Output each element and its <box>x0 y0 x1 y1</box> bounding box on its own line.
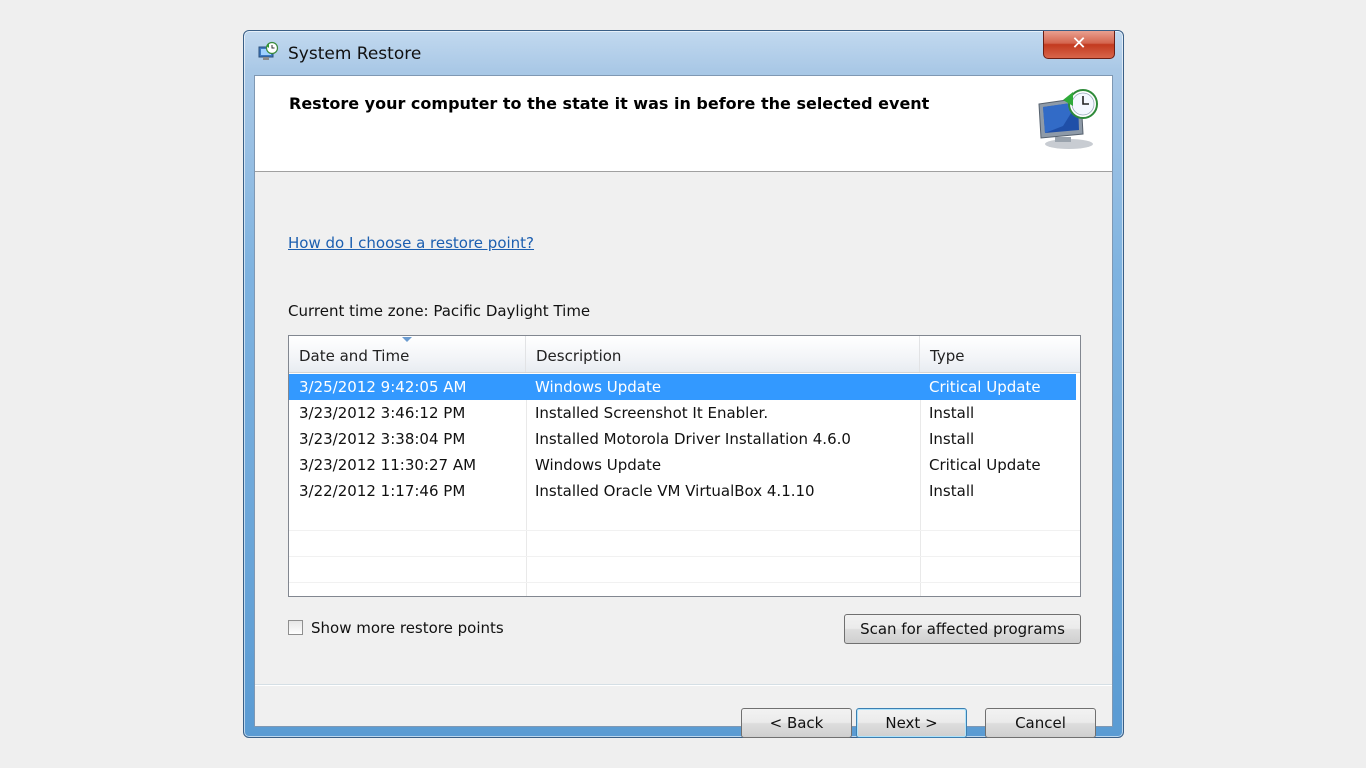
header-panel: Restore your computer to the state it wa… <box>255 76 1112 172</box>
column-label: Description <box>536 347 622 365</box>
list-header: Date and Time Description Type <box>289 336 1080 373</box>
list-body: 3/25/2012 9:42:05 AM Windows Update Crit… <box>289 374 1080 504</box>
cell-description: Installed Motorola Driver Installation 4… <box>535 430 851 448</box>
grid-line <box>289 556 1080 557</box>
table-row[interactable]: 3/23/2012 3:38:04 PM Installed Motorola … <box>289 426 1076 452</box>
table-row[interactable]: 3/23/2012 11:30:27 AM Windows Update Cri… <box>289 452 1076 478</box>
restore-points-list[interactable]: Date and Time Description Type 3/25/2012… <box>288 335 1081 597</box>
table-row[interactable]: 3/23/2012 3:46:12 PM Installed Screensho… <box>289 400 1076 426</box>
cell-date: 3/22/2012 1:17:46 PM <box>299 482 466 500</box>
column-label: Date and Time <box>299 347 410 365</box>
column-description[interactable]: Description <box>526 336 920 372</box>
cell-type: Install <box>929 430 975 448</box>
footer-separator <box>255 684 1112 686</box>
table-row[interactable]: 3/25/2012 9:42:05 AM Windows Update Crit… <box>289 374 1076 400</box>
cell-type: Install <box>929 404 975 422</box>
timezone-label: Current time zone: Pacific Daylight Time <box>288 302 591 320</box>
cell-type: Install <box>929 482 975 500</box>
cell-type: Critical Update <box>929 378 1041 396</box>
window-title: System Restore <box>288 44 422 64</box>
next-button[interactable]: Next > <box>856 708 967 738</box>
system-restore-icon <box>258 41 279 60</box>
cell-date: 3/23/2012 3:38:04 PM <box>299 430 466 448</box>
back-button[interactable]: < Back <box>741 708 852 738</box>
cell-description: Installed Oracle VM VirtualBox 4.1.10 <box>535 482 815 500</box>
dialog-client-area: Restore your computer to the state it wa… <box>254 75 1113 738</box>
scan-affected-programs-button[interactable]: Scan for affected programs <box>844 614 1081 644</box>
cell-description: Windows Update <box>535 378 662 396</box>
cell-type: Critical Update <box>929 456 1041 474</box>
column-type[interactable]: Type <box>920 336 1080 372</box>
cell-description: Installed Screenshot It Enabler. <box>535 404 769 422</box>
cell-description: Windows Update <box>535 456 662 474</box>
grid-line <box>289 530 1080 531</box>
computer-restore-clock-icon <box>1038 89 1098 149</box>
cancel-button[interactable]: Cancel <box>985 708 1096 738</box>
sort-ascending-icon <box>402 337 412 342</box>
close-button[interactable]: ✕ <box>1043 31 1115 59</box>
column-label: Type <box>930 347 965 365</box>
system-restore-window: System Restore ✕ Restore your computer t… <box>243 30 1124 738</box>
show-more-checkbox[interactable] <box>288 620 303 635</box>
column-date-and-time[interactable]: Date and Time <box>289 336 526 372</box>
cell-date: 3/23/2012 11:30:27 AM <box>299 456 477 474</box>
page-title: Restore your computer to the state it wa… <box>289 94 930 113</box>
grid-line <box>289 582 1080 583</box>
cell-date: 3/23/2012 3:46:12 PM <box>299 404 466 422</box>
help-link[interactable]: How do I choose a restore point? <box>288 234 534 252</box>
table-row[interactable]: 3/22/2012 1:17:46 PM Installed Oracle VM… <box>289 478 1076 504</box>
show-more-label[interactable]: Show more restore points <box>311 619 504 637</box>
cell-date: 3/25/2012 9:42:05 AM <box>299 378 467 396</box>
